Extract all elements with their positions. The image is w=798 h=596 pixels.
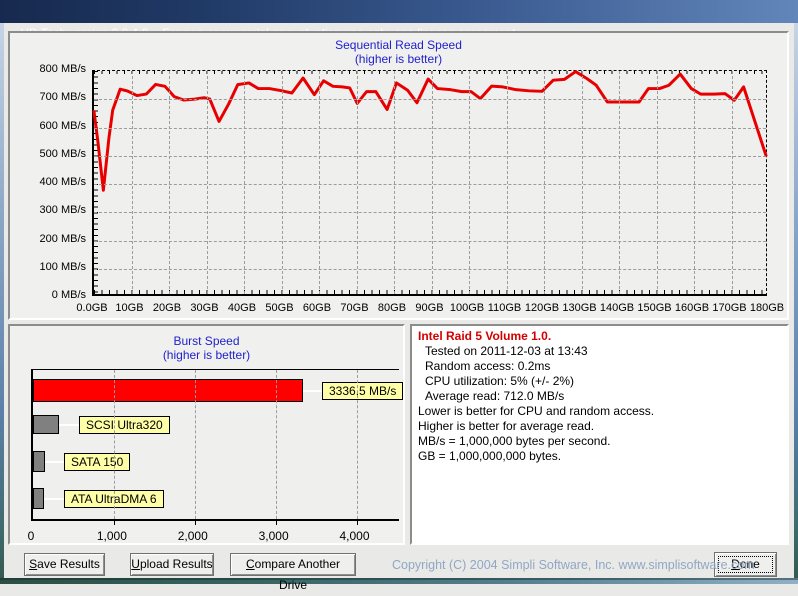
save-results-button[interactable]: Save Results — [24, 553, 105, 576]
seq-hgrid-600 — [94, 127, 766, 129]
seq-hgrid-100 — [94, 268, 766, 270]
seq-vgrid-70 — [356, 71, 358, 294]
note-lower-better: Lower is better for CPU and random acces… — [418, 404, 655, 418]
title-bar[interactable]: HD Tach version 3.0.4.0 - For non-commer… — [0, 0, 798, 40]
burst-x-tick-4000: 4,000 — [339, 529, 370, 543]
seq-hgrid-400 — [94, 184, 766, 185]
hd-tach-window: HD Tach version 3.0.4.0 - For non-commer… — [0, 0, 798, 592]
seq-vgrid-60 — [319, 71, 320, 294]
burst-vgrid-3000 — [275, 370, 277, 519]
scsi-label: SCSI Ultra320 — [79, 415, 170, 434]
bar-connector — [302, 389, 322, 392]
seq-vgrid-170 — [731, 71, 733, 294]
upload-results-button[interactable]: Upload Results — [130, 553, 214, 576]
seq-x-tick-180: 180GB — [749, 302, 785, 314]
seq-y-tick-400: 400 MB/s — [39, 176, 86, 188]
drive-info-panel: Intel Raid 5 Volume 1.0. Tested on 2011-… — [410, 324, 789, 545]
seq-y-tick-100: 100 MB/s — [39, 260, 86, 273]
burst-speed-panel: Burst Speed (higher is better) 3336.5 MB… — [8, 324, 405, 545]
sequential-read-panel: Sequential Read Speed (higher is better)… — [8, 31, 789, 320]
seq-vgrid-120 — [544, 71, 545, 294]
seq-y-tick-600: 600 MB/s — [39, 119, 86, 132]
window-border-left — [0, 23, 4, 584]
burst-tick-3000 — [275, 521, 277, 525]
burst-bar-sata — [33, 451, 46, 472]
seq-vgrid-100 — [469, 71, 470, 294]
burst-bar-ata — [33, 488, 44, 509]
burst-bar-row-ata: ATA UltraDMA 6 — [33, 488, 399, 509]
read-speed-line — [92, 70, 768, 192]
compare-another-drive-button[interactable]: Compare Another Drive — [230, 553, 356, 592]
seq-vgrid-150 — [656, 71, 658, 294]
seq-vgrid-140 — [619, 71, 620, 294]
burst-bar-row-tested: 3336.5 MB/s — [33, 379, 404, 402]
copyright-text: Copyright (C) 2004 Simpli Software, Inc.… — [392, 558, 755, 572]
seq-y-tick-300: 300 MB/s — [39, 204, 86, 217]
burst-value-label: 3336.5 MB/s — [322, 381, 404, 400]
seq-y-tick-800: 800 MB/s — [39, 63, 86, 75]
seq-vgrid-160 — [694, 71, 695, 294]
seq-vgrid-90 — [431, 71, 433, 294]
burst-tick-4000 — [356, 521, 358, 525]
burst-bar-row-scsi: SCSI Ultra320 — [33, 415, 399, 434]
seq-y-tick-500: 500 MB/s — [39, 147, 86, 160]
window-border-bottom — [0, 578, 798, 584]
burst-x-tick-0: 0 — [27, 529, 35, 543]
seq-vgrid-110 — [506, 71, 508, 294]
seq-chart-svg — [92, 70, 768, 192]
seq-vgrid-80 — [394, 71, 395, 294]
seq-vgrid-50 — [281, 71, 283, 294]
burst-tick-2000 — [194, 521, 196, 525]
seq-vgrid-40 — [244, 71, 245, 294]
seq-vgrid-10 — [131, 71, 133, 294]
tested-on-line: Tested on 2011-12-03 at 13:43 — [425, 344, 588, 358]
burst-x-tick-2000: 2,000 — [177, 529, 208, 543]
sata-label: SATA 150 — [64, 452, 131, 471]
seq-vgrid-20 — [169, 71, 170, 294]
seq-hgrid-300 — [94, 212, 766, 214]
random-access-line: Random access: 0.2ms — [425, 359, 551, 373]
note-mbs-definition: MB/s = 1,000,000 bytes per second. — [418, 434, 611, 448]
burst-vgrid-2000 — [194, 370, 196, 519]
burst-bar-tested — [33, 379, 303, 402]
seq-vgrid-130 — [581, 71, 583, 294]
burst-plot-area: 3336.5 MB/s SCSI Ultra320 SATA 150 ATA U… — [31, 369, 404, 525]
drive-name: Intel Raid 5 Volume 1.0. — [418, 329, 552, 343]
burst-vgrid-1000 — [113, 370, 115, 519]
cpu-utilization-line: CPU utilization: 5% (+/- 2%) — [425, 374, 575, 388]
bar-connector — [58, 423, 79, 426]
seq-y-tick-0: 0 MB/s — [51, 289, 86, 301]
burst-vgrid-4000 — [356, 370, 358, 519]
seq-y-tick-700: 700 MB/s — [39, 91, 86, 104]
burst-bar-scsi — [33, 415, 59, 434]
burst-chart-subtitle: (higher is better) — [162, 348, 251, 362]
seq-hgrid-700 — [94, 99, 766, 101]
burst-chart-title: Burst Speed — [173, 334, 240, 348]
burst-bar-row-sata: SATA 150 — [33, 451, 399, 472]
seq-vgrid-30 — [206, 71, 208, 294]
seq-hgrid-500 — [94, 155, 766, 157]
seq-y-tick-200: 200 MB/s — [39, 232, 86, 245]
seq-plot-area — [92, 70, 768, 296]
burst-x-tick-1000: 1,000 — [96, 529, 127, 543]
seq-chart-subtitle: (higher is better) — [354, 52, 443, 66]
bar-connector — [45, 460, 64, 463]
bar-connector — [43, 497, 64, 500]
burst-tick-1000 — [113, 521, 115, 525]
seq-chart-title: Sequential Read Speed — [335, 38, 462, 52]
seq-hgrid-200 — [94, 240, 766, 242]
note-gb-definition: GB = 1,000,000,000 bytes. — [418, 449, 562, 463]
burst-x-tick-3000: 3,000 — [258, 529, 289, 543]
note-higher-better: Higher is better for average read. — [418, 419, 595, 433]
average-read-line: Average read: 712.0 MB/s — [425, 389, 565, 403]
